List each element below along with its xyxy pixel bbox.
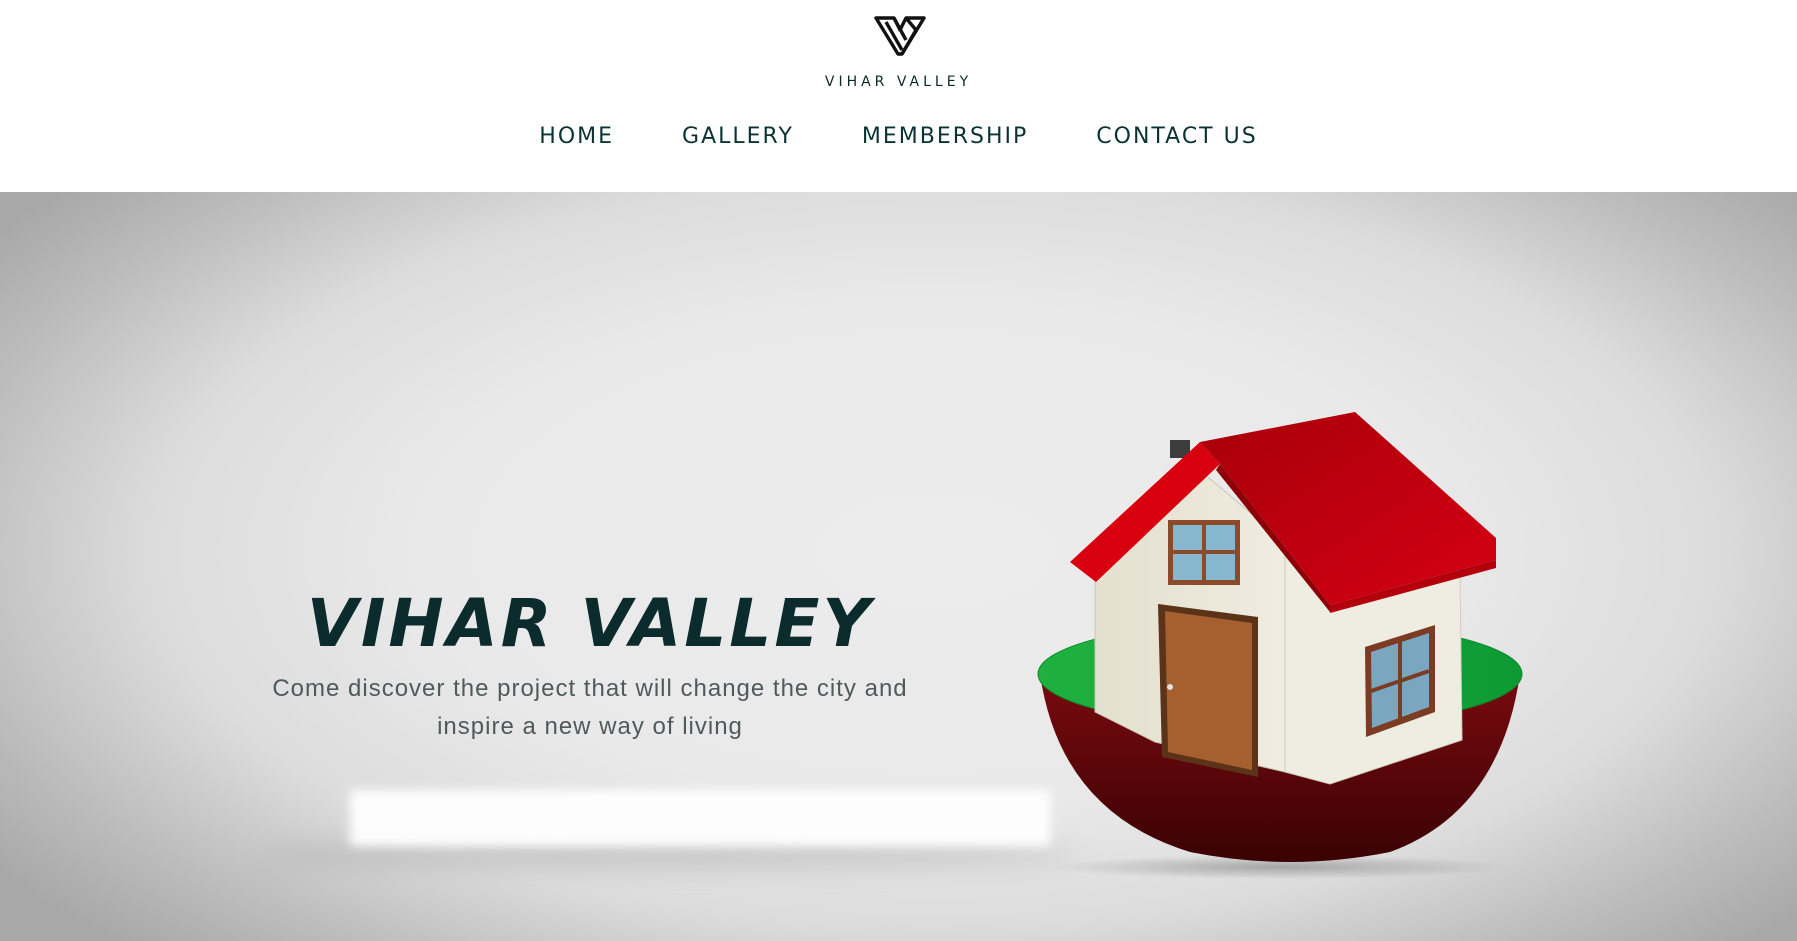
site-header: VIHAR VALLEY HOME GALLERY MEMBERSHIP CON… <box>0 0 1797 192</box>
hero-subtitle-line-2: inspire a new way of living <box>437 713 743 740</box>
hero-subtitle-line-1: Come discover the project that will chan… <box>272 675 908 702</box>
brand-name[interactable]: VIHAR VALLEY <box>0 74 1797 90</box>
house-on-island-illustration <box>1037 412 1523 879</box>
main-nav: HOME GALLERY MEMBERSHIP CONTACT US <box>0 122 1797 152</box>
page: VIHAR VALLEY HOME GALLERY MEMBERSHIP CON… <box>0 0 1797 941</box>
nav-item-gallery[interactable]: GALLERY <box>682 122 794 152</box>
hero-title: VIHAR VALLEY <box>306 585 874 663</box>
hero-glow-bar <box>350 790 1050 846</box>
hero-section: VIHAR VALLEY Come discover the project t… <box>0 192 1797 941</box>
nav-item-home[interactable]: HOME <box>539 122 614 152</box>
v-monogram-logo-icon[interactable] <box>872 12 928 58</box>
nav-item-contact-us[interactable]: CONTACT US <box>1096 122 1257 152</box>
hero-subtitle: Come discover the project that will chan… <box>230 670 950 746</box>
nav-item-membership[interactable]: MEMBERSHIP <box>862 122 1028 152</box>
